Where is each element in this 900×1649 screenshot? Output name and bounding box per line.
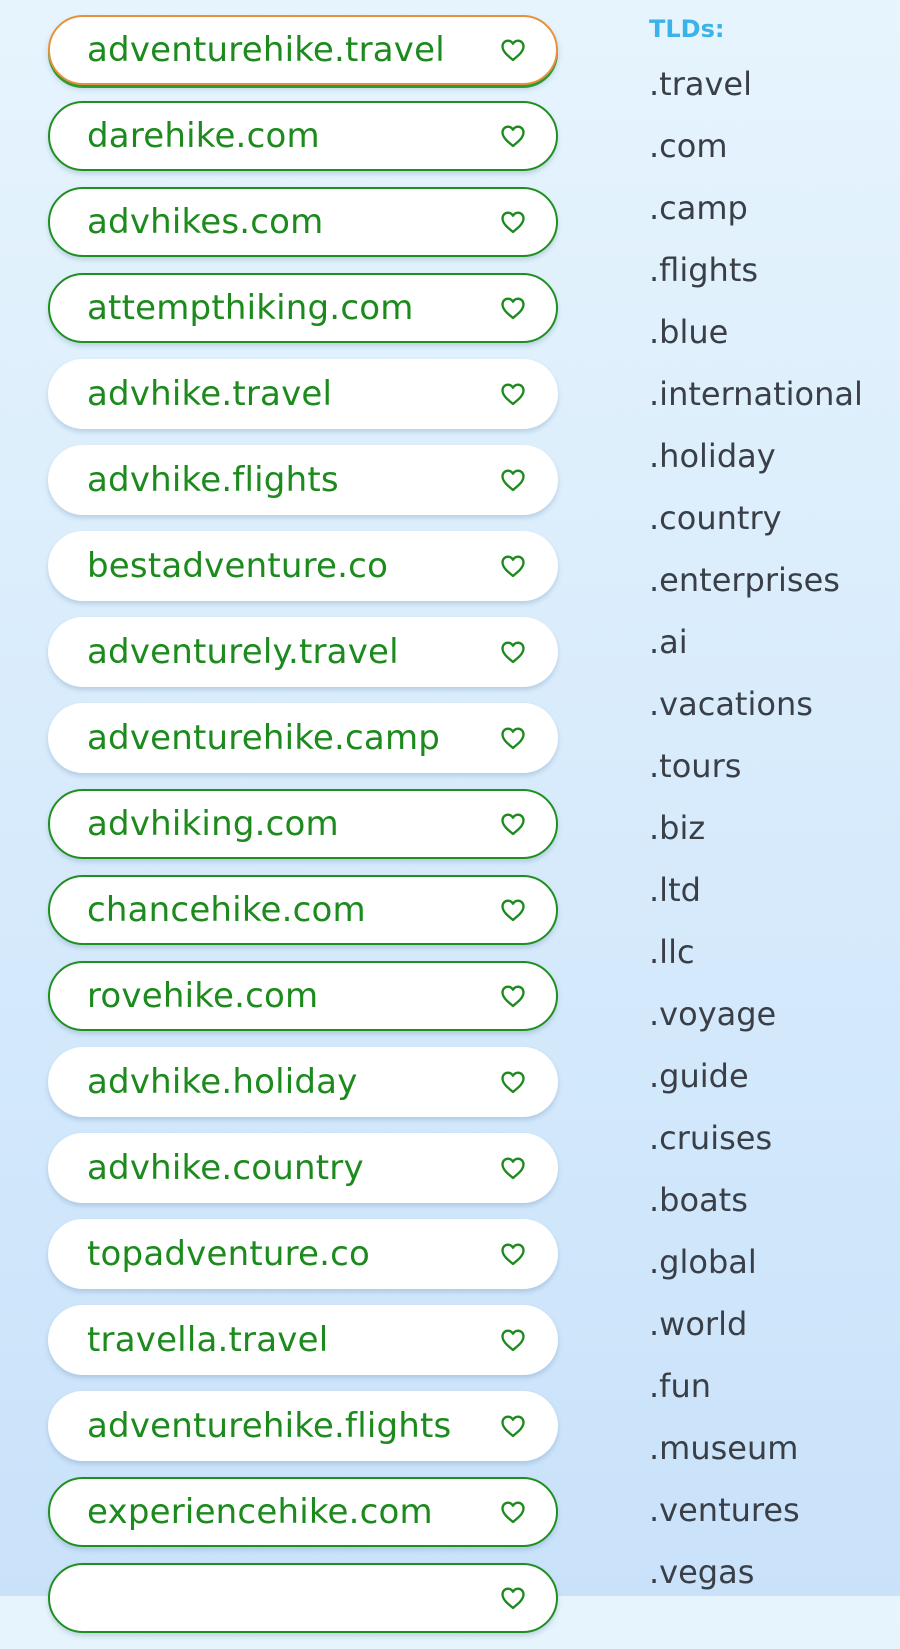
tld-filter-item[interactable]: .camp — [649, 186, 894, 248]
tld-filter-item[interactable]: .fun — [649, 1364, 894, 1426]
domain-suggestion-item[interactable]: adventurehike.camp — [48, 703, 558, 773]
tld-filter-item[interactable]: .biz — [649, 806, 894, 868]
favorite-heart-icon[interactable] — [498, 1067, 528, 1097]
tld-filter-item[interactable]: .ai — [649, 620, 894, 682]
domain-suggestion-item[interactable]: darehike.com — [48, 101, 558, 171]
domain-suggestion-item[interactable]: adventurely.travel — [48, 617, 558, 687]
favorite-heart-icon[interactable] — [498, 1411, 528, 1441]
tld-filter-item[interactable]: .ltd — [649, 868, 894, 930]
domain-suggestion-item[interactable]: adventurehike.travel — [48, 15, 558, 85]
domain-name: attempthiking.com — [87, 288, 414, 328]
favorite-heart-icon[interactable] — [498, 35, 528, 65]
domain-suggestion-item[interactable]: advhikes.com — [48, 187, 558, 257]
favorite-heart-icon[interactable] — [498, 551, 528, 581]
tld-filter-item[interactable]: .flights — [649, 248, 894, 310]
favorite-heart-icon[interactable] — [498, 1325, 528, 1355]
domain-name: advhiking.com — [87, 804, 339, 844]
favorite-heart-icon[interactable] — [498, 293, 528, 323]
domain-suggestion-item[interactable]: attempthiking.com — [48, 273, 558, 343]
domain-name: travella.travel — [87, 1320, 329, 1360]
favorite-heart-icon[interactable] — [498, 723, 528, 753]
tld-filter-item[interactable]: .museum — [649, 1426, 894, 1488]
tld-heading: TLDs: — [649, 15, 725, 43]
domain-suggestion-item[interactable]: topadventure.co — [48, 1219, 558, 1289]
tld-filter-item[interactable]: .enterprises — [649, 558, 894, 620]
domain-name: advhike.travel — [87, 374, 333, 414]
domain-suggestion-item[interactable]: advhike.country — [48, 1133, 558, 1203]
favorite-heart-icon[interactable] — [498, 637, 528, 667]
domain-name: darehike.com — [87, 116, 320, 156]
domain-suggestion-item[interactable]: experiencehike.com — [48, 1477, 558, 1547]
domain-name: adventurehike.flights — [87, 1406, 452, 1446]
domain-name: advhike.holiday — [87, 1062, 358, 1102]
tld-filter-item[interactable]: .voyage — [649, 992, 894, 1054]
domain-name: topadventure.co — [87, 1234, 371, 1274]
favorite-heart-icon[interactable] — [498, 809, 528, 839]
tld-filter-item[interactable]: .world — [649, 1302, 894, 1364]
favorite-heart-icon[interactable] — [498, 895, 528, 925]
favorite-heart-icon[interactable] — [498, 1153, 528, 1183]
domain-suggestion-list: adventurehike.travel darehike.com advhikes… — [48, 15, 558, 1649]
favorite-heart-icon[interactable] — [498, 121, 528, 151]
tld-filter-item[interactable]: .country — [649, 496, 894, 558]
domain-suggestion-item[interactable]: advhike.holiday — [48, 1047, 558, 1117]
tld-filter-item[interactable]: .vegas — [649, 1550, 894, 1612]
domain-name: adventurehike.travel — [87, 30, 445, 70]
favorite-heart-icon[interactable] — [498, 379, 528, 409]
tld-filter-item[interactable]: .vacations — [649, 682, 894, 744]
tld-filter-item[interactable]: .cruises — [649, 1116, 894, 1178]
tld-filter-item[interactable]: .com — [649, 124, 894, 186]
favorite-heart-icon[interactable] — [498, 207, 528, 237]
tld-filter-item[interactable]: .travel — [649, 62, 894, 124]
favorite-heart-icon[interactable] — [498, 981, 528, 1011]
domain-suggestion-item[interactable]: rovehike.com — [48, 961, 558, 1031]
favorite-heart-icon[interactable] — [498, 1239, 528, 1269]
tld-filter-item[interactable]: .international — [649, 372, 894, 434]
domain-suggestion-item[interactable]: advhike.flights — [48, 445, 558, 515]
domain-name: adventurehike.camp — [87, 718, 441, 758]
favorite-heart-icon[interactable] — [498, 465, 528, 495]
domain-suggestion-item[interactable]: adventurehike.flights — [48, 1391, 558, 1461]
domain-suggestion-item[interactable]: chancehike.com — [48, 875, 558, 945]
favorite-heart-icon[interactable] — [498, 1497, 528, 1527]
tld-filter-item[interactable]: .global — [649, 1240, 894, 1302]
domain-suggestion-item[interactable]: advhike.travel — [48, 359, 558, 429]
domain-name: chancehike.com — [87, 890, 366, 930]
tld-panel: TLDs: .travel .com .camp .flights .blue .inte… — [649, 12, 894, 1612]
tld-filter-item[interactable]: .llc — [649, 930, 894, 992]
tld-filter-item[interactable]: .boats — [649, 1178, 894, 1240]
tld-list: .travel .com .camp .flights .blue .internatio… — [649, 62, 894, 1612]
domain-name: adventurely.travel — [87, 632, 399, 672]
domain-name: rovehike.com — [87, 976, 319, 1016]
domain-name: advhike.flights — [87, 460, 339, 500]
domain-name: experiencehike.com — [87, 1492, 433, 1532]
domain-suggestion-item[interactable]: bestadventure.co — [48, 531, 558, 601]
favorite-heart-icon[interactable] — [498, 1583, 528, 1613]
domain-name: bestadventure.co — [87, 546, 389, 586]
domain-suggestion-item[interactable] — [48, 1563, 558, 1633]
domain-name: advhikes.com — [87, 202, 324, 242]
tld-filter-item[interactable]: .holiday — [649, 434, 894, 496]
domain-suggestion-item[interactable]: travella.travel — [48, 1305, 558, 1375]
tld-filter-item[interactable]: .blue — [649, 310, 894, 372]
domain-suggestion-item[interactable]: advhiking.com — [48, 789, 558, 859]
tld-filter-item[interactable]: .tours — [649, 744, 894, 806]
tld-filter-item[interactable]: .guide — [649, 1054, 894, 1116]
domain-name: advhike.country — [87, 1148, 364, 1188]
tld-filter-item[interactable]: .ventures — [649, 1488, 894, 1550]
